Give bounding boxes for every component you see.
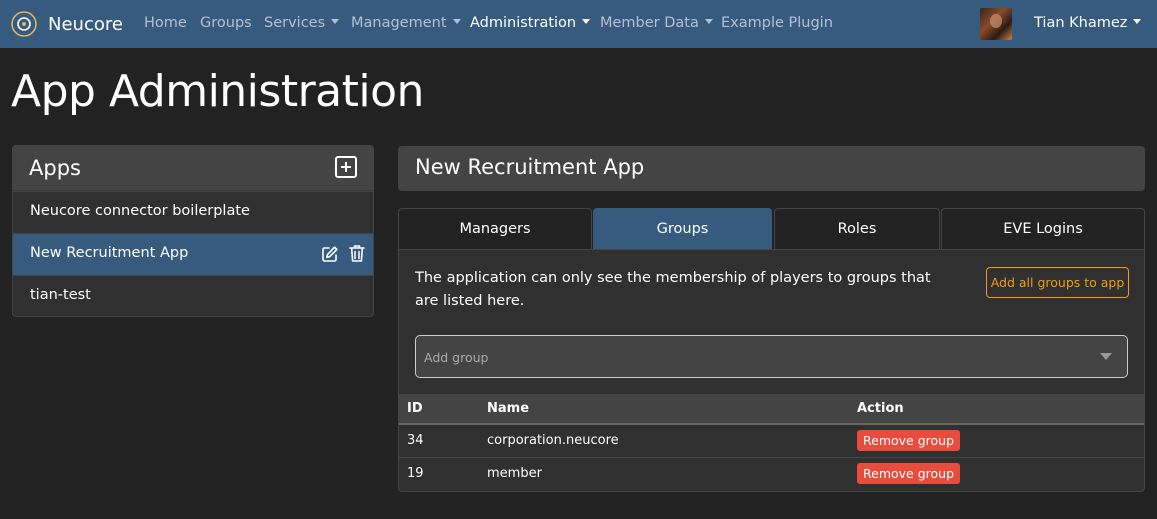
app-list-item-label: Neucore connector boilerplate bbox=[30, 203, 250, 219]
nav-management[interactable]: Management bbox=[351, 15, 461, 31]
table-row: 19 member Remove group bbox=[399, 457, 1144, 490]
add-group-select[interactable]: Add group bbox=[415, 335, 1128, 378]
apps-panel-header: Apps bbox=[13, 146, 373, 191]
nav-member-data[interactable]: Member Data bbox=[600, 15, 713, 31]
chevron-down-icon bbox=[1100, 353, 1112, 360]
table-row: 34 corporation.neucore Remove group bbox=[399, 424, 1144, 458]
trash-icon[interactable] bbox=[349, 244, 365, 263]
groups-tab-panel: The application can only see the members… bbox=[398, 249, 1145, 492]
nav-example-plugin[interactable]: Example Plugin bbox=[721, 15, 833, 31]
group-name: corporation.neucore bbox=[479, 424, 849, 458]
tab-roles[interactable]: Roles bbox=[774, 208, 940, 250]
nav-groups[interactable]: Groups bbox=[200, 15, 252, 31]
chevron-down-icon bbox=[331, 19, 340, 24]
app-list-item-label: New Recruitment App bbox=[30, 245, 189, 261]
app-list-item-selected[interactable]: New Recruitment App bbox=[13, 233, 373, 275]
group-action-cell: Remove group bbox=[849, 457, 1144, 490]
apps-panel-title: Apps bbox=[29, 156, 81, 180]
remove-group-button[interactable]: Remove group bbox=[857, 430, 961, 452]
group-id: 19 bbox=[407, 466, 424, 482]
app-detail-header: New Recruitment App bbox=[398, 146, 1145, 191]
nav-services[interactable]: Services bbox=[264, 15, 340, 31]
top-navbar: Neucore Home Groups Services Management … bbox=[0, 0, 1157, 48]
chevron-down-icon bbox=[582, 19, 591, 24]
column-header-action: Action bbox=[849, 394, 1144, 425]
page-title: App Administration bbox=[11, 66, 424, 117]
group-id: 34 bbox=[399, 424, 479, 458]
nav-administration[interactable]: Administration bbox=[470, 15, 591, 31]
app-list-item[interactable]: Neucore connector boilerplate bbox=[13, 191, 373, 233]
nav-home[interactable]: Home bbox=[144, 15, 187, 31]
add-group-placeholder: Add group bbox=[424, 350, 489, 365]
app-list-item-label: tian-test bbox=[30, 287, 91, 303]
apps-panel: Apps Neucore connector boilerplate New R… bbox=[12, 145, 374, 317]
avatar[interactable] bbox=[980, 8, 1012, 40]
group-action-cell: Remove group bbox=[849, 424, 1144, 458]
column-header-id: ID bbox=[399, 394, 479, 425]
group-name: member bbox=[487, 466, 542, 482]
user-menu[interactable]: Tian Khamez bbox=[1034, 15, 1142, 31]
app-list-item[interactable]: tian-test bbox=[13, 275, 373, 316]
column-header-name: Name bbox=[479, 394, 849, 425]
groups-info-text: The application can only see the members… bbox=[415, 270, 931, 309]
add-app-icon[interactable] bbox=[335, 156, 357, 178]
chevron-down-icon bbox=[452, 19, 461, 24]
remove-group-button[interactable]: Remove group bbox=[857, 463, 961, 485]
brand[interactable]: Neucore bbox=[10, 11, 123, 37]
chevron-down-icon bbox=[1133, 19, 1142, 24]
add-all-groups-button[interactable]: Add all groups to app bbox=[986, 267, 1129, 298]
groups-table: ID Name Action 34 corporation.neucore Re… bbox=[399, 394, 1144, 490]
neucore-logo-icon bbox=[11, 11, 37, 37]
brand-name[interactable]: Neucore bbox=[48, 14, 123, 35]
tab-managers[interactable]: Managers bbox=[398, 208, 592, 250]
app-tabs: Managers Groups Roles EVE Logins bbox=[398, 208, 1145, 250]
tab-groups[interactable]: Groups bbox=[593, 208, 772, 250]
chevron-down-icon bbox=[704, 19, 713, 24]
table-header-row: ID Name Action bbox=[399, 394, 1144, 425]
tab-eve-logins[interactable]: EVE Logins bbox=[941, 208, 1145, 250]
app-detail-title: New Recruitment App bbox=[415, 155, 645, 179]
edit-icon[interactable] bbox=[321, 245, 339, 263]
